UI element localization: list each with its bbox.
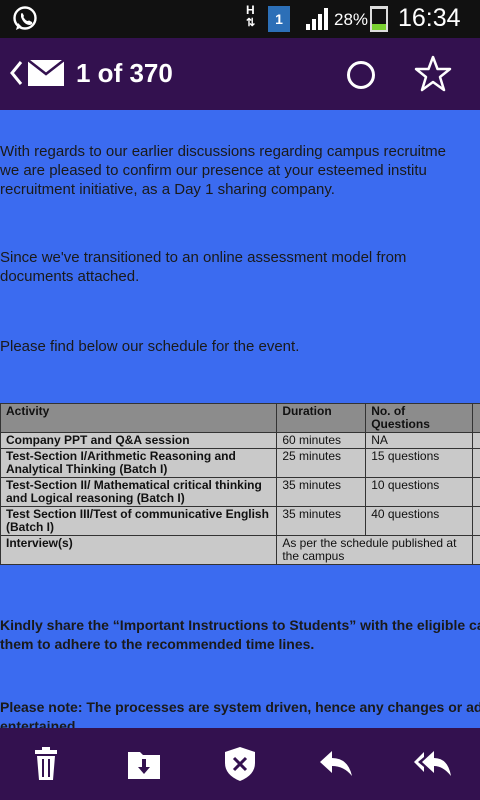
table-cell-extra	[472, 477, 480, 507]
bottom-action-bar	[0, 728, 480, 800]
table-cell-duration: 25 minutes	[276, 448, 367, 478]
paragraph-schedule-intro: Please find below our schedule for the e…	[0, 337, 480, 356]
column-header-activity: Activity	[0, 403, 278, 433]
text-line: Since we've transitioned to an online as…	[0, 249, 407, 266]
text-line: Please note: The processes are system dr…	[0, 699, 480, 715]
star-icon[interactable]	[414, 55, 452, 93]
text-line: With regards to our earlier discussions …	[0, 143, 447, 160]
schedule-table: Activity Duration No. of Questions Compa…	[0, 403, 480, 565]
table-row: Test-Section I/Arithmetic Reasoning and …	[0, 448, 480, 478]
text-line: documents attached.	[0, 268, 140, 285]
text-line: entertained.	[0, 718, 80, 728]
table-cell-extra	[472, 432, 480, 449]
battery-percent: 28%	[334, 10, 369, 29]
reply-icon[interactable]	[316, 746, 356, 782]
table-cell-activity: Company PPT and Q&A session	[0, 432, 278, 449]
text-line: them to adhere to the recommended time l…	[0, 636, 315, 652]
status-bar: H ⇅ 1 28% 16:34	[0, 0, 480, 38]
mail-envelope-icon[interactable]	[28, 60, 64, 86]
clock: 16:34	[398, 4, 461, 32]
delete-trash-icon[interactable]	[26, 746, 66, 782]
message-counter: 1 of 370	[76, 58, 173, 88]
column-header-questions: No. of Questions	[365, 403, 474, 433]
table-cell-extra	[472, 506, 480, 536]
table-cell-activity: Interview(s)	[0, 535, 278, 565]
move-to-folder-icon[interactable]	[124, 746, 164, 782]
back-chevron-icon[interactable]	[6, 56, 26, 90]
table-row: Interview(s) As per the schedule publish…	[0, 535, 480, 565]
table-cell-questions: 15 questions	[365, 448, 474, 478]
table-cell-questions: 10 questions	[365, 477, 474, 507]
table-row: Company PPT and Q&A session 60 minutes N…	[0, 432, 480, 449]
text-line: recruitment initiative, as a Day 1 shari…	[0, 181, 335, 198]
table-cell-extra	[472, 448, 480, 478]
column-header-duration: Duration	[276, 403, 367, 433]
table-row: Test-Section II/ Mathematical critical t…	[0, 477, 480, 507]
table-cell-interview-duration: As per the schedule published at the cam…	[276, 535, 474, 565]
spam-shield-icon[interactable]	[220, 746, 260, 782]
text-line: we are pleased to confirm our presence a…	[0, 162, 427, 179]
table-header-row: Activity Duration No. of Questions	[0, 403, 480, 433]
table-cell-activity: Test-Section II/ Mathematical critical t…	[0, 477, 278, 507]
paragraph-note: Please note: The processes are system dr…	[0, 698, 480, 728]
text-line: Please find below our schedule for the e…	[0, 338, 300, 355]
mark-unread-circle-icon[interactable]	[346, 60, 376, 90]
whatsapp-icon	[13, 6, 37, 30]
paragraph-instructions: Kindly share the “Important Instructions…	[0, 616, 480, 654]
notification-badge: 1	[268, 6, 290, 32]
battery-icon	[370, 6, 388, 32]
table-row: Test Section III/Test of communicative E…	[0, 506, 480, 536]
table-cell-duration: 60 minutes	[276, 432, 367, 449]
paragraph-assessment: Since we've transitioned to an online as…	[0, 248, 480, 286]
email-body: With regards to our earlier discussions …	[0, 110, 480, 728]
table-cell-duration: 35 minutes	[276, 506, 367, 536]
message-header: 1 of 370	[0, 38, 480, 110]
text-line: Kindly share the “Important Instructions…	[0, 617, 480, 633]
signal-icon	[306, 8, 328, 30]
paragraph-intro: With regards to our earlier discussions …	[0, 142, 480, 199]
table-cell-activity: Test-Section I/Arithmetic Reasoning and …	[0, 448, 278, 478]
table-cell-extra	[472, 535, 480, 565]
reply-all-icon[interactable]	[412, 746, 452, 782]
network-type-indicator: H ⇅	[246, 3, 256, 29]
column-header-extra	[472, 403, 480, 433]
table-cell-duration: 35 minutes	[276, 477, 367, 507]
table-cell-questions: 40 questions	[365, 506, 474, 536]
table-cell-activity: Test Section III/Test of communicative E…	[0, 506, 278, 536]
table-cell-questions: NA	[365, 432, 474, 449]
